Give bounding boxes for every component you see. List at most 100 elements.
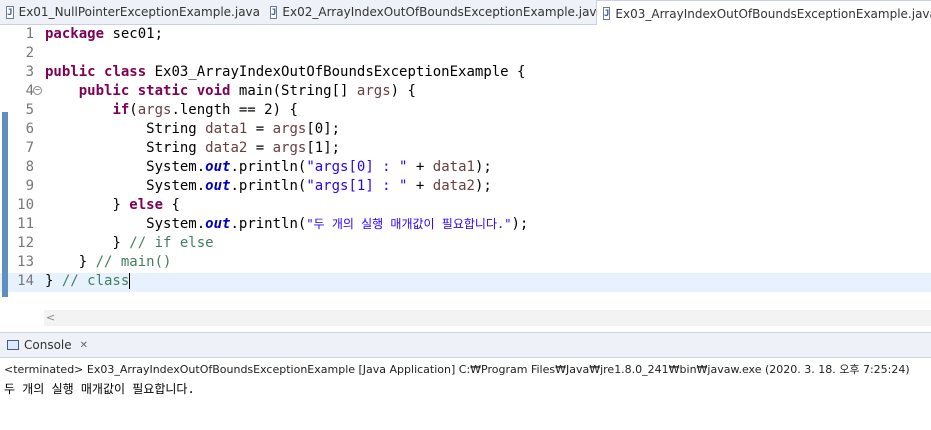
code-text: System. — [146, 159, 206, 175]
variable: args — [272, 121, 307, 137]
line-number: 7 — [25, 140, 34, 156]
code-text: ) { — [390, 83, 416, 99]
code-line-7: String data2 = args[1]; — [45, 139, 931, 158]
java-file-icon: J — [6, 5, 14, 19]
line-number: 10 — [17, 197, 34, 213]
console-output[interactable]: 두 개의 실행 매개값이 필요합니다. — [4, 380, 195, 397]
text-caret — [129, 273, 131, 289]
code-text: + — [407, 159, 433, 175]
code-line-11: System.out.println("두 개의 실행 매개값이 필요합니다."… — [45, 215, 931, 234]
variable: data1 — [205, 121, 248, 137]
tab-console[interactable]: Console ✕ — [0, 333, 94, 357]
line-number: 13 — [17, 254, 34, 270]
code-text: [0]; — [306, 121, 341, 137]
code-line-9: System.out.println("args[1] : " + data2)… — [45, 177, 931, 196]
variable: data2 — [205, 140, 248, 156]
code-text: Ex03_ArrayIndexOutOfBoundsExceptionExamp… — [146, 64, 526, 80]
fold-collapse-icon[interactable]: − — [33, 86, 42, 95]
line-number: 5 — [25, 102, 34, 118]
code-line-8: System.out.println("args[0] : " + data1)… — [45, 158, 931, 177]
horizontal-scrollbar[interactable]: < — [44, 310, 931, 326]
code-text: System. — [146, 178, 206, 194]
code-line-14: } // class — [45, 272, 931, 291]
string-literal: "args[1] : " — [306, 178, 408, 194]
tab-ex01[interactable]: J Ex01_NullPointerExceptionExample.java — [0, 0, 260, 24]
line-number: 12 — [17, 235, 34, 251]
keyword: static — [137, 83, 189, 99]
code-area[interactable]: package sec01; public class Ex03_ArrayIn… — [45, 25, 931, 291]
line-number: 1 — [25, 26, 34, 42]
static-field: out — [205, 159, 231, 175]
line-number: 6 — [25, 121, 34, 137]
variable: data2 — [432, 178, 475, 194]
code-text: String — [146, 140, 206, 156]
code-line-12: } // if else — [45, 234, 931, 253]
keyword: else — [129, 197, 164, 213]
code-text: } — [112, 197, 130, 213]
line-number: 9 — [25, 178, 34, 194]
keyword: class — [104, 64, 147, 80]
code-text: [1]; — [306, 140, 341, 156]
code-text: .println( — [230, 216, 307, 232]
tab-ex03[interactable]: J Ex03_ArrayIndexOutOfBoundsExceptionExa… — [596, 0, 931, 26]
variable: args — [272, 140, 307, 156]
code-text: } — [45, 273, 62, 289]
java-file-icon: J — [270, 5, 278, 19]
code-text: ); — [474, 178, 492, 194]
comment: // main() — [95, 254, 172, 270]
string-literal: "args[0] : " — [306, 159, 408, 175]
tab-label: Ex01_NullPointerExceptionExample.java — [18, 5, 260, 19]
code-editor[interactable]: 1 2 3 4− 5 6 7 8 9 10 11 12 13 14 packag… — [0, 25, 931, 309]
keyword: public — [78, 83, 130, 99]
code-text: String — [146, 121, 206, 137]
tab-label: Ex02_ArrayIndexOutOfBoundsExceptionExamp… — [282, 5, 604, 19]
console-icon — [7, 340, 19, 350]
code-text: main(String[] — [230, 83, 357, 99]
console-tab-label: Console — [24, 338, 72, 352]
console-status: <terminated> Ex03_ArrayIndexOutOfBoundsE… — [4, 363, 910, 376]
code-line-6: String data1 = args[0]; — [45, 120, 931, 139]
code-text: } — [78, 254, 96, 270]
code-text: = — [247, 140, 273, 156]
code-text: = — [247, 121, 273, 137]
code-text: } — [112, 235, 130, 251]
variable: args — [356, 83, 391, 99]
keyword: void — [196, 83, 231, 99]
variable: data1 — [432, 159, 475, 175]
code-text: sec01; — [104, 26, 164, 42]
tab-ex02[interactable]: J Ex02_ArrayIndexOutOfBoundsExceptionExa… — [264, 0, 604, 24]
change-marker — [2, 112, 8, 297]
keyword: if — [112, 102, 130, 118]
keyword: public — [45, 64, 96, 80]
code-line-1: package sec01; — [45, 25, 931, 44]
code-line-13: } // main() — [45, 253, 931, 272]
code-line-3: public class Ex03_ArrayIndexOutOfBoundsE… — [45, 63, 931, 82]
line-number: 14 — [17, 273, 34, 289]
code-text: .println( — [230, 159, 307, 175]
line-number: 3 — [25, 64, 34, 80]
scroll-left-icon[interactable]: < — [46, 311, 55, 324]
code-text: { — [163, 197, 180, 213]
code-text: ( — [129, 102, 138, 118]
tab-label: Ex03_ArrayIndexOutOfBoundsExceptionExamp… — [615, 6, 931, 21]
line-number: 11 — [17, 216, 34, 232]
line-number: 8 — [25, 159, 34, 175]
close-icon[interactable]: ✕ — [80, 340, 88, 351]
code-line-5: if(args.length == 2) { — [45, 101, 931, 120]
line-number-gutter: 1 2 3 4− 5 6 7 8 9 10 11 12 13 14 — [10, 25, 42, 291]
string-literal: "두 개의 실행 매개값이 필요합니다." — [306, 217, 512, 231]
java-file-icon: J — [603, 7, 611, 20]
code-line-10: } else { — [45, 196, 931, 215]
code-text: + — [407, 178, 433, 194]
keyword: package — [45, 26, 105, 42]
code-line-4: public static void main(String[] args) { — [45, 82, 931, 101]
code-text: ); — [511, 216, 529, 232]
line-number: 4− — [10, 82, 42, 101]
variable: args — [137, 102, 172, 118]
code-text: ); — [474, 159, 492, 175]
editor-tab-bar: J Ex01_NullPointerExceptionExample.java … — [0, 0, 931, 26]
static-field: out — [205, 216, 231, 232]
code-text: System. — [146, 216, 206, 232]
static-field: out — [205, 178, 231, 194]
